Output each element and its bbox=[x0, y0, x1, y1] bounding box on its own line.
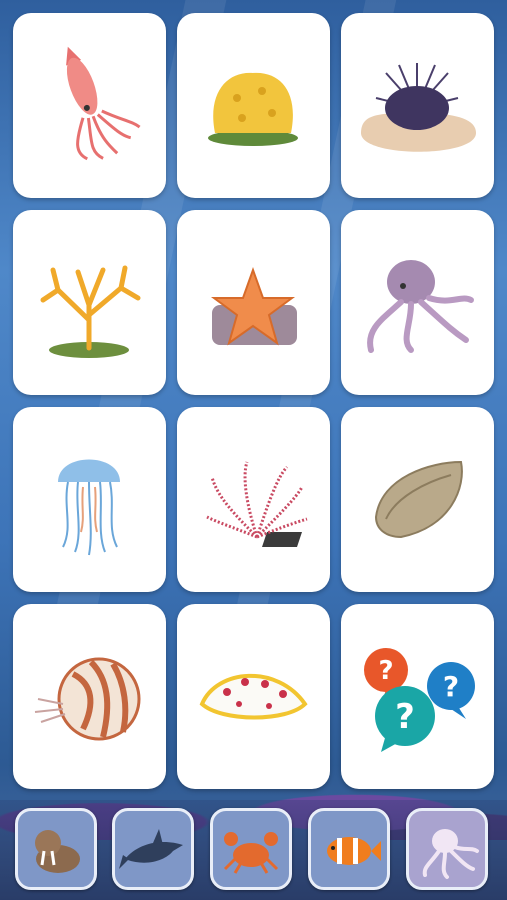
squid-icon bbox=[66, 46, 141, 161]
coral-icon bbox=[40, 265, 141, 358]
crinoid-icon bbox=[206, 461, 308, 547]
octopus-icon bbox=[422, 829, 479, 879]
category-octopus[interactable] bbox=[406, 808, 488, 890]
svg-text:?: ? bbox=[395, 697, 415, 737]
svg-text:?: ? bbox=[443, 670, 459, 703]
card-squid[interactable] bbox=[13, 13, 166, 198]
nudibranch-icon bbox=[199, 673, 308, 720]
clownfish-icon bbox=[327, 837, 381, 865]
urchin-icon bbox=[361, 63, 476, 152]
card-sea-urchin[interactable] bbox=[341, 13, 494, 198]
category-walrus[interactable] bbox=[15, 808, 97, 890]
svg-text:?: ? bbox=[378, 656, 393, 686]
crab-icon bbox=[223, 832, 279, 874]
card-sea-sponge[interactable] bbox=[177, 13, 330, 198]
nautilus-icon bbox=[34, 657, 141, 741]
octopus-icon bbox=[367, 260, 474, 353]
walrus-icon bbox=[35, 830, 80, 873]
category-shark[interactable] bbox=[112, 808, 194, 890]
card-nautilus[interactable] bbox=[13, 604, 166, 789]
jellyfish-icon bbox=[58, 459, 120, 556]
card-feather-star[interactable] bbox=[177, 407, 330, 592]
card-oyster[interactable] bbox=[341, 407, 494, 592]
card-sea-slug[interactable] bbox=[177, 604, 330, 789]
shark-icon bbox=[119, 829, 183, 869]
card-jellyfish[interactable] bbox=[13, 407, 166, 592]
card-mystery[interactable]: ? ? ? bbox=[341, 604, 494, 789]
oyster-icon bbox=[374, 460, 463, 539]
card-coral[interactable] bbox=[13, 210, 166, 395]
starfish-icon bbox=[210, 267, 297, 346]
category-clownfish[interactable] bbox=[308, 808, 390, 890]
card-octopus[interactable] bbox=[341, 210, 494, 395]
sponge-icon bbox=[208, 72, 298, 146]
category-crab[interactable] bbox=[210, 808, 292, 890]
question-bubbles-icon: ? ? ? bbox=[364, 648, 475, 752]
card-starfish[interactable] bbox=[177, 210, 330, 395]
